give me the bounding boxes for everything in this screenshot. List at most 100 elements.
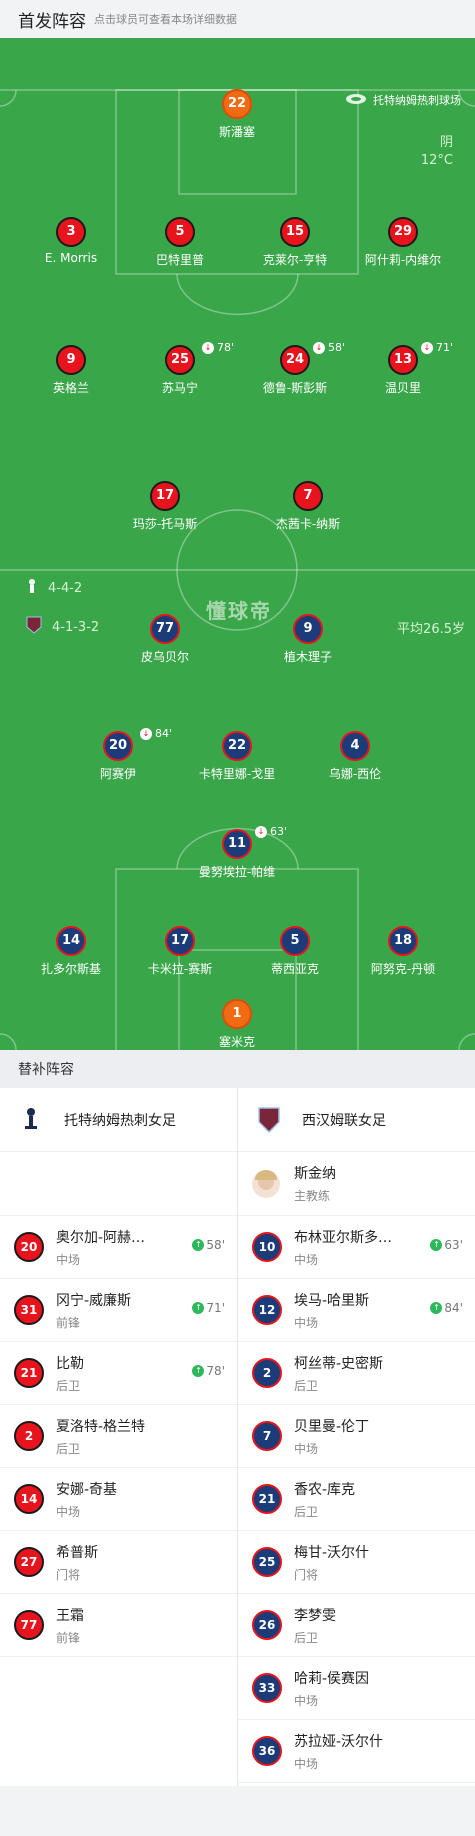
home-sub-row[interactable]: 31 冈宁-威廉斯 前锋 ↑ 71' <box>0 1279 237 1342</box>
sub-number: 33 <box>252 1673 282 1703</box>
sub-name: 安娜-奇基 <box>56 1481 118 1498</box>
sub-name: 比勒 <box>56 1355 84 1372</box>
player-number: 1 <box>222 999 252 1029</box>
away-crest-icon <box>26 616 42 638</box>
home-player[interactable]: 13 ↓ 71' 温贝里 <box>333 341 473 396</box>
sub-number: 27 <box>14 1547 44 1577</box>
away-sub-row[interactable]: 2 柯丝蒂-史密斯 后卫 <box>238 1342 475 1405</box>
away-sub-row[interactable]: 21 香农-库克 后卫 <box>238 1468 475 1531</box>
home-sub-row[interactable]: 2 夏洛特-格兰特 后卫 <box>0 1405 237 1468</box>
sub-name: 哈莉-侯赛因 <box>294 1670 370 1687</box>
away-sub-row[interactable]: 7 贝里曼-伦丁 中场 <box>238 1405 475 1468</box>
player-number: 14 <box>56 926 86 956</box>
home-sub-row[interactable]: 21 比勒 后卫 ↑ 78' <box>0 1342 237 1405</box>
player-number: 9 <box>293 614 323 644</box>
sub-position: 中场 <box>294 1756 319 1771</box>
sub-position: 门将 <box>294 1567 319 1582</box>
player-number: 17 <box>165 926 195 956</box>
away-sub-row[interactable]: 12 埃马-哈里斯 中场 ↑ 84' <box>238 1279 475 1342</box>
sub-position: 中场 <box>56 1252 81 1267</box>
home-formation-text: 4-4-2 <box>48 580 83 596</box>
sub-position: 中场 <box>294 1252 319 1267</box>
home-team-crest-icon <box>18 1106 44 1134</box>
player-number: 18 <box>388 926 418 956</box>
sub-in-time: ↑ 58' <box>192 1238 225 1252</box>
home-crest-icon <box>26 578 38 598</box>
weather: 阴 12°C <box>421 134 453 170</box>
away-sub-row[interactable]: 36 苏拉娅-沃尔什 中场 <box>238 1720 475 1783</box>
home-sub-row[interactable]: 14 安娜-奇基 中场 <box>0 1468 237 1531</box>
player-name: 杰茜卡-纳斯 <box>275 517 341 531</box>
away-team-header[interactable]: 西汉姆联女足 <box>238 1088 475 1152</box>
away-coach[interactable]: 斯金纳 主教练 <box>238 1152 475 1216</box>
sub-name: 柯丝蒂-史密斯 <box>294 1355 384 1372</box>
player-number: 3 <box>56 217 86 247</box>
away-sub-row[interactable]: 26 李梦雯 后卫 <box>238 1594 475 1657</box>
sub-in-time: ↑ 84' <box>430 1301 463 1315</box>
sub-minute: 71' <box>436 341 454 354</box>
lineup-header: 首发阵容 点击球员可查看本场详细数据 <box>0 0 475 38</box>
away-player[interactable]: 9 植木理子 <box>238 614 378 665</box>
sub-name: 王霜 <box>56 1607 84 1624</box>
away-team-crest-icon <box>256 1106 282 1134</box>
player-number: 22 <box>222 89 252 119</box>
sub-number: 26 <box>252 1610 282 1640</box>
coach-role: 主教练 <box>294 1189 331 1203</box>
home-player[interactable]: 17 玛莎-托马斯 <box>95 481 235 532</box>
sub-minute: 63' <box>270 825 288 838</box>
home-player[interactable]: 7 杰茜卡-纳斯 <box>238 481 378 532</box>
sub-in-time: ↑ 63' <box>430 1238 463 1252</box>
home-sub-row[interactable]: 20 奥尔加-阿赫… 中场 ↑ 58' <box>0 1216 237 1279</box>
away-sub-row[interactable]: 10 布林亚尔斯多… 中场 ↑ 63' <box>238 1216 475 1279</box>
pitch-lines <box>0 89 475 1050</box>
home-player[interactable]: 22 斯潘塞 <box>167 89 307 140</box>
sub-name: 夏洛特-格兰特 <box>56 1418 146 1435</box>
sub-position: 中场 <box>294 1315 319 1330</box>
player-name: 乌娜-西伦 <box>328 767 382 781</box>
player-number: 24 <box>280 345 310 375</box>
home-player[interactable]: 29 阿什莉-内维尔 <box>333 217 473 268</box>
player-number: 5 <box>165 217 195 247</box>
sub-in-icon: ↑ <box>192 1365 205 1377</box>
home-sub-row[interactable]: 77 王霜 前锋 <box>0 1594 237 1657</box>
away-player[interactable]: 11 ↓ 63' 曼努埃拉-帕维 <box>167 825 307 880</box>
temperature: 12°C <box>420 153 453 168</box>
away-player[interactable]: 4 乌娜-西伦 <box>285 731 425 782</box>
home-sub-row[interactable]: 27 希普斯 门将 <box>0 1531 237 1594</box>
player-name: 阿什莉-内维尔 <box>364 253 442 267</box>
sub-number: 7 <box>252 1421 282 1451</box>
player-number: 25 <box>165 345 195 375</box>
sub-name: 苏拉娅-沃尔什 <box>294 1733 384 1750</box>
sub-number: 31 <box>14 1295 44 1325</box>
sub-out-icon: ↓ <box>202 341 214 354</box>
away-player[interactable]: 18 阿努克-丹顿 <box>333 926 473 977</box>
away-sub-row[interactable]: 33 哈莉-侯赛因 中场 <box>238 1657 475 1720</box>
away-player[interactable]: 77 皮乌贝尔 <box>95 614 235 665</box>
player-number: 5 <box>280 926 310 956</box>
home-team-header[interactable]: 托特纳姆热刺女足 <box>0 1088 237 1152</box>
sub-out-icon: ↓ <box>313 341 325 354</box>
sub-name: 布林亚尔斯多… <box>294 1229 392 1246</box>
stadium-name: 托特纳姆热刺球场 <box>373 94 461 107</box>
player-number: 15 <box>280 217 310 247</box>
sub-position: 中场 <box>56 1504 81 1519</box>
player-number: 29 <box>388 217 418 247</box>
sub-name: 冈宁-威廉斯 <box>56 1292 132 1309</box>
sub-number: 10 <box>252 1232 282 1262</box>
away-sub-row[interactable]: 25 梅甘-沃尔什 门将 <box>238 1531 475 1594</box>
player-name: 塞米克 <box>218 1035 255 1049</box>
sub-in-minute: 78' <box>206 1364 225 1378</box>
sub-number: 21 <box>14 1358 44 1388</box>
sub-name: 奥尔加-阿赫… <box>56 1229 146 1246</box>
sub-in-icon: ↑ <box>430 1302 443 1314</box>
sub-position: 中场 <box>294 1693 319 1708</box>
sub-position: 后卫 <box>294 1630 319 1645</box>
stadium-info: 托特纳姆热刺球场 <box>345 92 461 108</box>
sub-name: 贝里曼-伦丁 <box>294 1418 370 1435</box>
away-player[interactable]: 1 塞米克 <box>167 999 307 1050</box>
home-team-name: 托特纳姆热刺女足 <box>64 1112 176 1129</box>
coach-name: 斯金纳 <box>294 1166 336 1182</box>
subs-title: 替补阵容 <box>0 1050 475 1088</box>
player-number: 17 <box>150 481 180 511</box>
lineup-title: 首发阵容 <box>18 11 86 32</box>
